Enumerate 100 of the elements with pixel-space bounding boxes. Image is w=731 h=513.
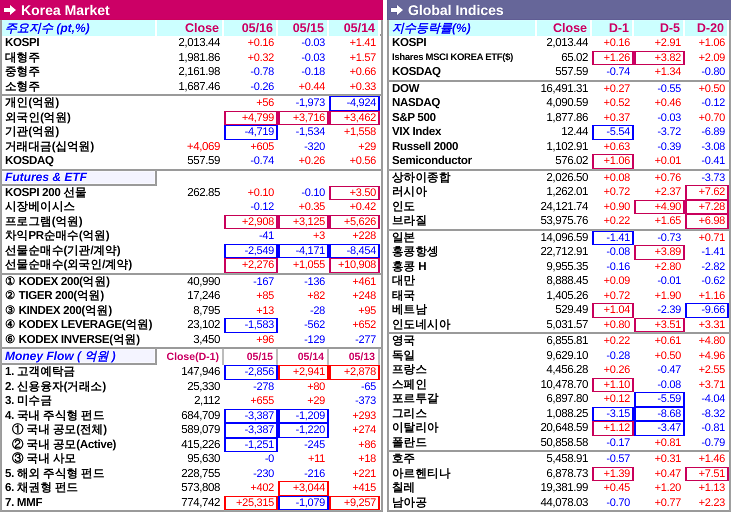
arrow-right-icon <box>3 4 17 16</box>
table-cell: -1,251 <box>224 438 278 452</box>
close-value: 12.44 <box>560 125 589 140</box>
row-label: 폴란드 <box>391 436 428 450</box>
table-cell-text: +0.27 <box>602 82 631 96</box>
table-cell-text: +0.72 <box>602 288 631 303</box>
table-cell-text: +402 <box>249 481 275 496</box>
table-cell-text: +0.16 <box>246 36 275 50</box>
table-cell-text: +3.71 <box>698 378 726 392</box>
table-cell: +3.82 <box>634 50 685 65</box>
table-cell-text: -0.03 <box>300 50 326 65</box>
row-label: VIX Index <box>391 125 442 140</box>
table-cell-text: +56 <box>255 96 275 110</box>
row-label: 대형주 <box>4 50 42 65</box>
row-label: 3. 미수금 <box>4 394 53 408</box>
table-cell-text: +13 <box>255 304 275 318</box>
row-label: KOSPI 200 선물 <box>4 186 88 200</box>
table-cell-text: -0.08 <box>656 378 682 392</box>
table-cell-text: +96 <box>255 332 275 347</box>
table-cell-text: +95 <box>357 304 377 318</box>
row-label: 프랑스 <box>391 363 428 378</box>
table-cell: +6.98 <box>685 214 729 228</box>
table-cell-text: -0.80 <box>700 65 726 80</box>
close-value: 415,226 <box>180 438 221 452</box>
table-cell-text: +221 <box>351 466 377 481</box>
table-cell-text: -0.81 <box>700 421 726 436</box>
table-cell-text: +0.66 <box>348 65 377 80</box>
table-cell-text: -0.26 <box>249 80 275 94</box>
table-cell-text: +274 <box>351 423 377 438</box>
column-header: D-1 <box>592 20 634 36</box>
table-cell-text: -230 <box>252 466 275 481</box>
close-value: 23,102 <box>186 318 221 332</box>
row-label: KOSDAQ <box>4 154 55 168</box>
close-value: 25,330 <box>186 380 221 394</box>
row-label: ① 국내 공모(전체) <box>11 423 108 438</box>
table-cell: -8,454 <box>329 244 380 258</box>
table-cell: +7.62 <box>685 185 729 200</box>
section-heading: 주요지수 (pt,%) <box>2 20 157 36</box>
column-header: 05/16 <box>224 20 278 36</box>
table-cell-text: +0.12 <box>602 392 631 406</box>
table-cell-text: +652 <box>351 318 377 332</box>
table-cell: -3.15 <box>592 406 634 421</box>
table-cell-text: +0.37 <box>602 110 631 125</box>
table-cell-text: -216 <box>303 466 326 481</box>
table-cell-text: +4.96 <box>698 348 726 363</box>
close-value: 9,955.35 <box>545 260 589 274</box>
table-cell-text: +1.34 <box>654 65 682 80</box>
row-label: 포르투갈 <box>391 392 440 406</box>
row-label: 소형주 <box>4 80 42 94</box>
column-header: Close <box>157 20 224 36</box>
table-cell-text: +1.41 <box>348 36 377 50</box>
row-label: 그리스 <box>391 406 428 421</box>
table-cell-text: +605 <box>249 140 275 154</box>
row-label: 스페인 <box>391 378 428 392</box>
table-cell: +1.04 <box>592 303 634 318</box>
table-cell-text: -0.16 <box>605 260 631 274</box>
close-value: 1,102.91 <box>545 140 589 154</box>
row-label: Semiconductor <box>391 154 473 168</box>
table-cell-text: -320 <box>303 140 326 154</box>
row-label: ② 국내 공모(Active) <box>11 438 118 452</box>
close-value: 576.02 <box>554 154 589 168</box>
close-value: 1,981.86 <box>177 50 221 65</box>
row-label: 이탈리아 <box>391 421 440 436</box>
row-label: ⑥ KODEX INVERSE(억원) <box>4 332 141 347</box>
close-value: 40,990 <box>186 274 221 289</box>
row-label: 인도네시아 <box>391 318 452 332</box>
table-cell: +1.12 <box>592 421 634 436</box>
table-cell-text: -0.39 <box>656 140 682 154</box>
table-cell-text: -8.32 <box>700 406 726 421</box>
close-value: 2,161.98 <box>177 65 221 80</box>
table-cell-text: -562 <box>303 318 326 332</box>
table-cell-text: +0.01 <box>654 154 682 168</box>
table-cell: -4,171 <box>278 244 329 258</box>
close-value: +4,069 <box>186 140 221 154</box>
table-cell-text: -0.28 <box>605 348 631 363</box>
table-cell-text: +1.65 <box>654 214 682 228</box>
table-cell-text: +1,055 <box>292 258 326 272</box>
table-cell-text: -0.41 <box>700 154 726 168</box>
table-cell-text: +0.63 <box>602 140 631 154</box>
table-cell-text: +655 <box>249 394 275 408</box>
table-cell: +1.39 <box>592 466 634 481</box>
table-cell: +3,716 <box>278 110 329 125</box>
table-cell-text: -278 <box>252 380 275 394</box>
close-value: 6,878.73 <box>545 466 589 481</box>
table-cell-text: +228 <box>351 229 377 244</box>
row-label: 프로그램(억원) <box>4 214 84 229</box>
close-value: 22,712.91 <box>539 245 589 260</box>
row-label: 거래대금(십억원) <box>4 140 95 154</box>
table-cell-text: +1.57 <box>348 50 377 65</box>
table-cell-text: +0.77 <box>654 496 682 510</box>
close-value: 1,405.26 <box>545 288 589 303</box>
table-cell: -3,387 <box>224 423 278 438</box>
table-cell-text: +415 <box>351 481 377 496</box>
table-cell-text: -3.08 <box>700 140 726 154</box>
table-cell-text: +0.31 <box>654 452 682 466</box>
row-label: ③ KINDEX 200(억원) <box>4 304 113 318</box>
table-cell-text: +80 <box>306 380 326 394</box>
table-cell: -1,209 <box>278 408 329 423</box>
table-cell-text: +0.32 <box>246 50 275 65</box>
row-label: 차익PR순매수(억원) <box>4 229 110 244</box>
